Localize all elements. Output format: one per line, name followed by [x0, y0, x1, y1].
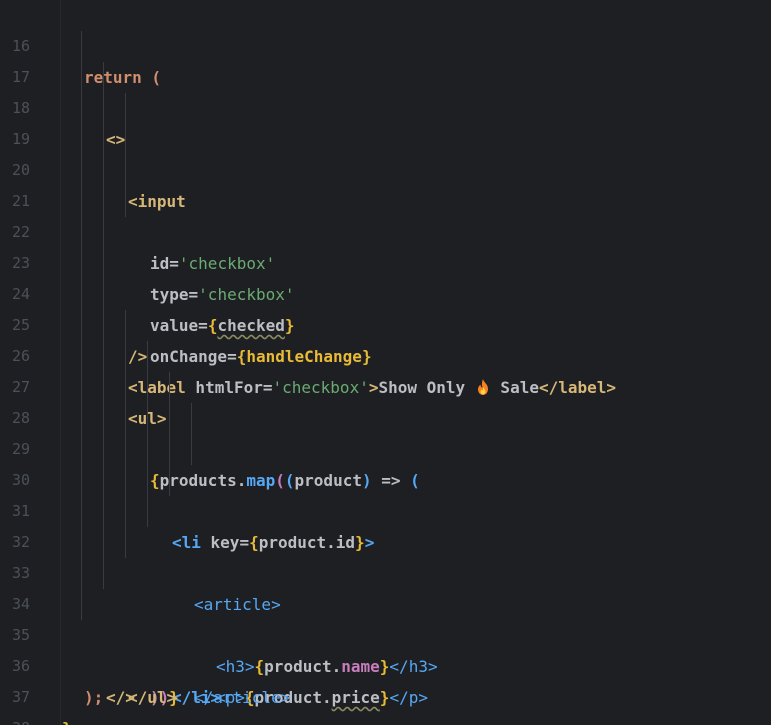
- indent-guide: [103, 186, 104, 217]
- code-line-34[interactable]: 34 </ul>: [0, 558, 771, 707]
- indent-guide: [169, 372, 170, 403]
- indent-guide: [147, 372, 148, 403]
- indent-guide: [81, 279, 82, 310]
- indent-guide: [191, 403, 192, 434]
- indent-guide: [103, 558, 104, 589]
- indent-guide: [81, 558, 82, 589]
- indent-guide: [103, 279, 104, 310]
- indent-guide: [147, 434, 148, 465]
- indent-guide: [147, 465, 148, 496]
- code-line-37[interactable]: 37 }: [0, 651, 771, 725]
- indent-guide: [81, 310, 82, 341]
- code-line-22[interactable]: 22 onChange={handleChange}: [0, 186, 771, 366]
- indent-guide: [125, 403, 126, 434]
- code-line-17[interactable]: 17 <>: [0, 31, 771, 149]
- code-line-24[interactable]: 24 <label htmlFor='checkbox'>Show Only S…: [0, 248, 771, 397]
- indent-guide: [147, 403, 148, 434]
- indent-guide: [81, 341, 82, 372]
- indent-guide: [169, 434, 170, 465]
- code-line-23[interactable]: 23 />: [0, 217, 771, 366]
- indent-guide: [147, 496, 148, 527]
- indent-guide: [103, 310, 104, 341]
- code-line-16[interactable]: 16 return (: [0, 0, 771, 87]
- code-line-32[interactable]: 32 </li>: [0, 496, 771, 707]
- indent-guide: [81, 465, 82, 496]
- indent-guide: [103, 248, 104, 279]
- indent-guide: [169, 403, 170, 434]
- code-area[interactable]: 16 return ( 17 <> 18 <input 19 id='check…: [0, 0, 771, 725]
- indent-guide: [103, 527, 104, 558]
- line-number: 38: [0, 713, 30, 725]
- indent-guide: [103, 465, 104, 496]
- code-line-36[interactable]: 36 );: [0, 620, 771, 707]
- indent-guide: [103, 93, 104, 124]
- indent-guide: [81, 589, 82, 620]
- code-editor[interactable]: 16 return ( 17 <> 18 <input 19 id='check…: [0, 0, 771, 725]
- indent-guide: [103, 124, 104, 155]
- indent-guide: [125, 372, 126, 403]
- indent-guide: [103, 496, 104, 527]
- indent-guide: [103, 155, 104, 186]
- brace: }: [62, 719, 72, 725]
- indent-guide: [125, 93, 126, 124]
- code-line-19[interactable]: 19 id='checkbox': [0, 93, 771, 273]
- indent-guide: [81, 217, 82, 248]
- code-line-18[interactable]: 18 <input: [0, 62, 771, 211]
- indent-guide: [125, 465, 126, 496]
- indent-guide: [81, 403, 82, 434]
- indent-guide: [103, 341, 104, 372]
- indent-guide: [125, 124, 126, 155]
- indent-guide: [125, 341, 126, 372]
- code-line-28[interactable]: 28 <article>: [0, 372, 771, 614]
- indent-guide: [81, 527, 82, 558]
- indent-guide: [81, 372, 82, 403]
- indent-guide: [81, 434, 82, 465]
- code-line-25[interactable]: 25 <ul>: [0, 279, 771, 428]
- code-line-29[interactable]: 29 <h3>{product.name}</h3>: [0, 403, 771, 676]
- code-line-20[interactable]: 20 type='checkbox': [0, 124, 771, 304]
- code-line-31[interactable]: 31 </article>: [0, 465, 771, 707]
- indent-guide: [81, 496, 82, 527]
- indent-guide: [125, 186, 126, 217]
- indent-guide: [103, 403, 104, 434]
- indent-guide: [147, 341, 148, 372]
- indent-guide: [125, 310, 126, 341]
- code-line-21[interactable]: 21 value={checked}: [0, 155, 771, 335]
- code-line-30[interactable]: 30 <p>{product.price}</p>: [0, 434, 771, 707]
- code-line-26[interactable]: 26 {products.map((product) => (: [0, 310, 771, 490]
- code-line-38[interactable]: 38: [0, 682, 771, 725]
- indent-guide: [81, 186, 82, 217]
- indent-guide: [191, 434, 192, 465]
- indent-guide: [81, 155, 82, 186]
- indent-guide: [81, 124, 82, 155]
- indent-guide: [81, 248, 82, 279]
- indent-guide: [81, 31, 82, 62]
- indent-guide: [125, 155, 126, 186]
- indent-guide: [103, 217, 104, 248]
- code-line-27[interactable]: 27 <li key={product.id}>: [0, 341, 771, 552]
- indent-guide: [81, 93, 82, 124]
- indent-guide: [103, 434, 104, 465]
- indent-guide: [103, 372, 104, 403]
- code-line-35[interactable]: 35 </>: [0, 589, 771, 707]
- indent-guide: [81, 62, 82, 93]
- indent-guide: [103, 62, 104, 93]
- indent-guide: [125, 527, 126, 558]
- indent-guide: [125, 434, 126, 465]
- code-line-33[interactable]: 33 ))}: [0, 527, 771, 707]
- indent-guide: [169, 465, 170, 496]
- indent-guide: [125, 496, 126, 527]
